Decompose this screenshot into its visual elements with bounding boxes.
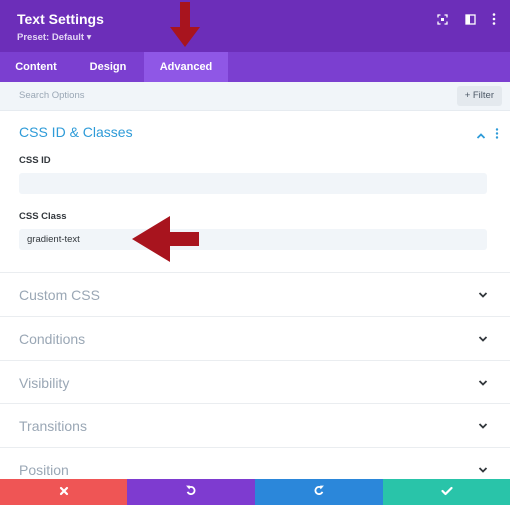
modal-title: Text Settings	[17, 11, 104, 27]
chevron-down-icon	[478, 375, 488, 386]
tab-design[interactable]: Design	[72, 52, 144, 82]
section-transitions[interactable]: Transitions	[0, 403, 510, 447]
close-icon	[59, 483, 69, 501]
check-icon	[440, 483, 453, 501]
section-conditions[interactable]: Conditions	[0, 316, 510, 360]
chevron-down-icon	[478, 462, 488, 473]
css-class-label: CSS Class	[19, 211, 67, 222]
redo-icon	[313, 483, 325, 501]
section-title-position: Position	[19, 462, 69, 478]
sidebar-layout-icon[interactable]	[463, 12, 477, 26]
settings-header: Text Settings Preset: Default ▾	[0, 0, 510, 52]
filter-button[interactable]: + Filter	[456, 86, 502, 106]
tab-advanced[interactable]: Advanced	[144, 52, 228, 82]
undo-button[interactable]	[127, 479, 255, 505]
section-visibility[interactable]: Visibility	[0, 360, 510, 404]
section-options-icon[interactable]	[495, 126, 499, 144]
chevron-down-icon	[478, 418, 488, 429]
tab-content[interactable]: Content	[0, 52, 72, 82]
save-button[interactable]	[383, 479, 510, 505]
preset-selector[interactable]: Preset: Default ▾	[17, 32, 91, 43]
search-input[interactable]: Search Options	[19, 90, 84, 101]
section-title-css-id-classes[interactable]: CSS ID & Classes	[19, 124, 133, 140]
chevron-down-icon	[478, 331, 488, 342]
css-class-input[interactable]: gradient-text	[19, 229, 487, 250]
fullscreen-icon[interactable]	[435, 12, 449, 26]
action-bar	[0, 479, 510, 505]
annotation-arrow-left	[132, 216, 199, 262]
chevron-down-icon	[478, 287, 488, 298]
settings-tabs: Content Design Advanced	[0, 52, 510, 82]
section-title-transitions: Transitions	[19, 418, 87, 434]
undo-icon	[185, 483, 197, 501]
section-title-visibility: Visibility	[19, 375, 70, 391]
css-id-input[interactable]	[19, 173, 487, 194]
more-options-icon[interactable]	[487, 12, 501, 26]
search-bar: Search Options + Filter	[0, 82, 510, 111]
chevron-up-icon[interactable]	[476, 127, 486, 145]
section-title-custom-css: Custom CSS	[19, 287, 100, 303]
annotation-arrow-down	[170, 2, 200, 47]
redo-button[interactable]	[255, 479, 383, 505]
section-custom-css[interactable]: Custom CSS	[0, 272, 510, 316]
css-id-label: CSS ID	[19, 155, 51, 166]
section-title-conditions: Conditions	[19, 331, 86, 347]
discard-button[interactable]	[0, 479, 127, 505]
